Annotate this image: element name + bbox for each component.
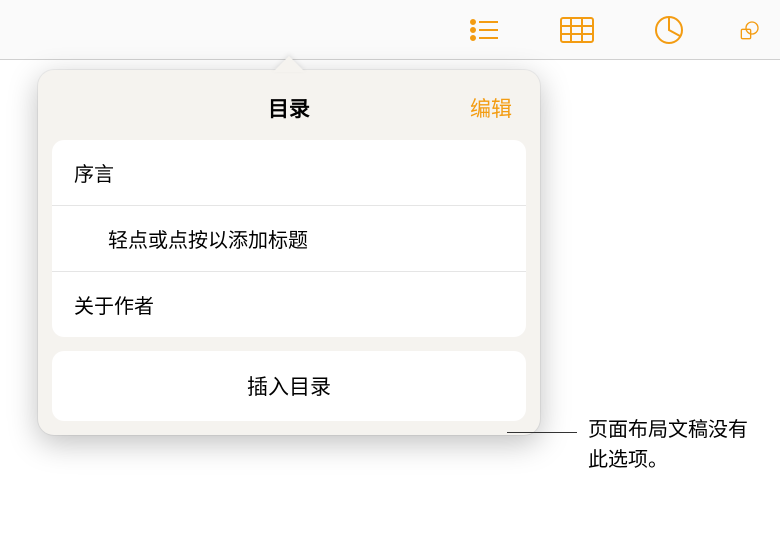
callout-text: 页面布局文稿没有此选项。	[588, 415, 758, 475]
toc-item-preface[interactable]: 序言	[52, 140, 526, 206]
popover-caret	[273, 56, 305, 72]
list-icon[interactable]	[464, 15, 506, 45]
toc-item-add-heading[interactable]: 轻点或点按以添加标题	[52, 206, 526, 272]
toc-list: 序言 轻点或点按以添加标题 关于作者	[52, 140, 526, 337]
callout-leader-line	[507, 432, 577, 433]
shape-icon[interactable]	[740, 15, 760, 45]
popover-title: 目录	[268, 93, 310, 123]
insert-toc-button[interactable]: 插入目录	[52, 351, 526, 421]
toc-item-about-author[interactable]: 关于作者	[52, 272, 526, 337]
table-icon[interactable]	[556, 15, 598, 45]
chart-icon[interactable]	[648, 15, 690, 45]
popover-header: 目录 编辑	[52, 84, 526, 132]
edit-button[interactable]: 编辑	[470, 93, 512, 123]
toc-popover: 目录 编辑 序言 轻点或点按以添加标题 关于作者 插入目录	[38, 70, 540, 435]
toolbar	[0, 0, 780, 60]
